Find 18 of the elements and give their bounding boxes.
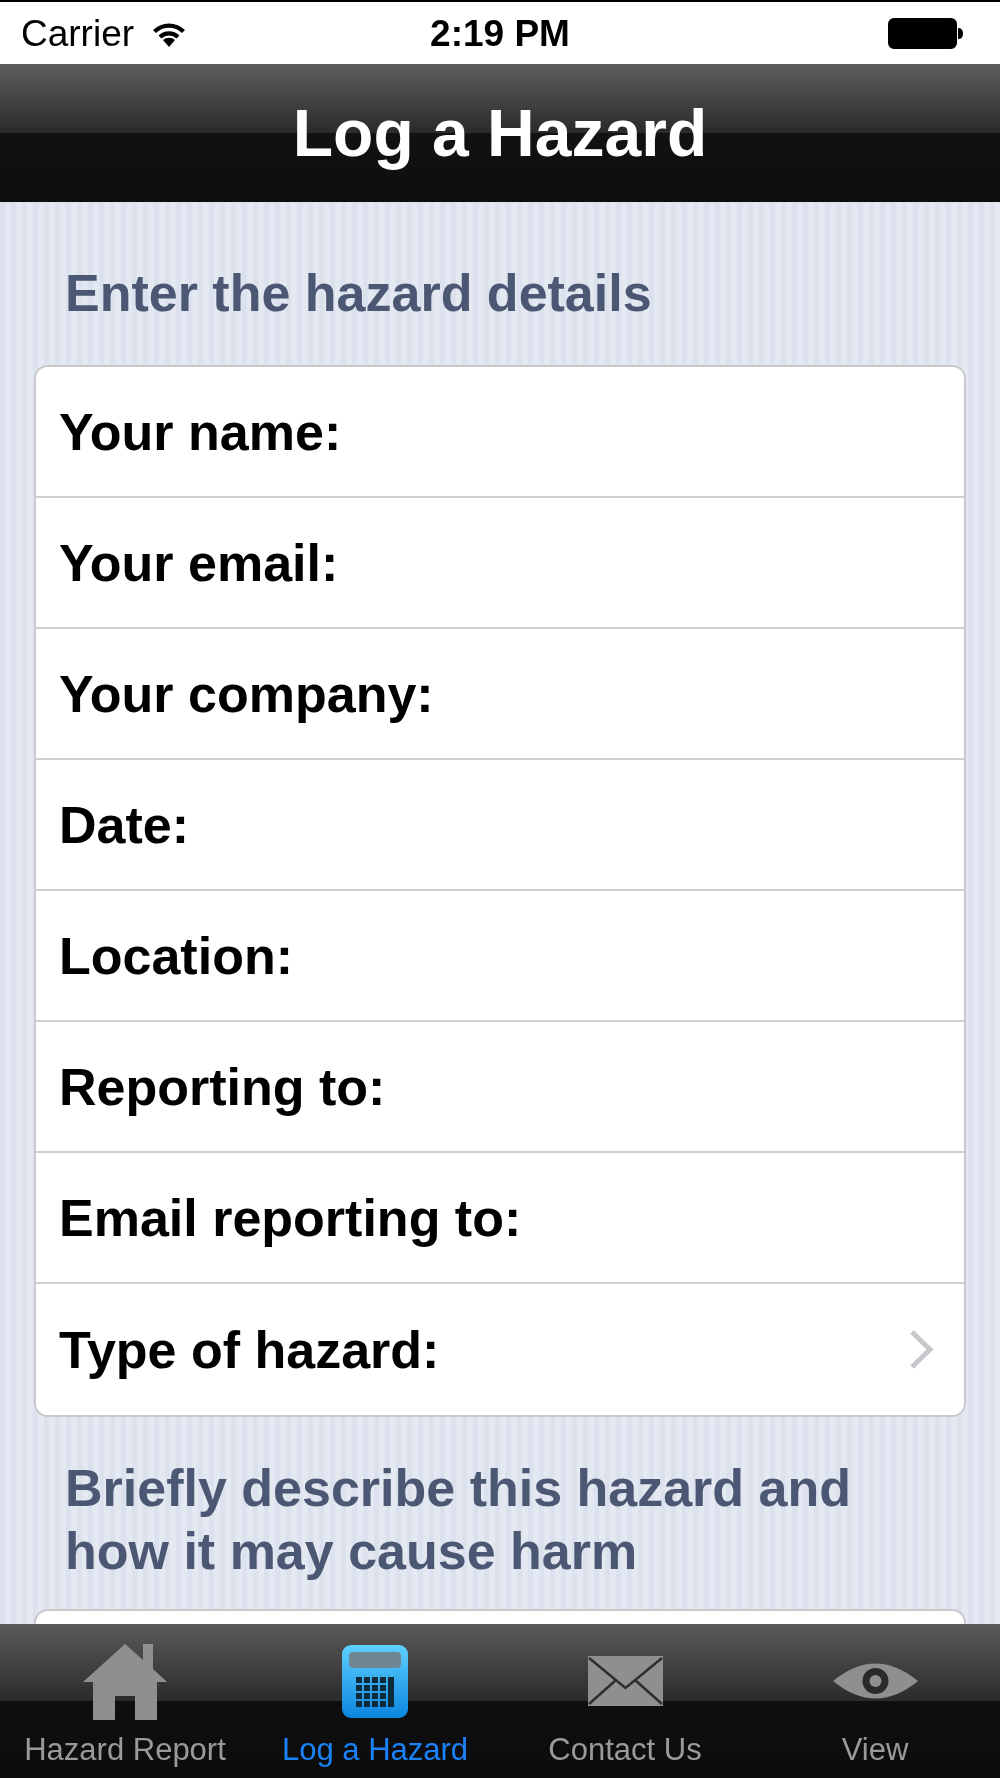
calculator-icon [342,1644,408,1718]
field-label: Your name: [59,405,342,458]
battery-icon [888,17,963,49]
tab-item[interactable]: Hazard Report [0,1624,250,1778]
section-header: Briefly describe this hazard and how it may cause harm [65,1458,853,1582]
tab-item[interactable]: Log a Hazard [250,1624,500,1778]
envelope-icon [587,1656,663,1706]
tab-item[interactable]: Contact Us [500,1624,750,1778]
field-label: Your email: [59,536,339,589]
form-row[interactable]: Your name: [36,367,964,498]
field-label: Date: [59,798,190,851]
chevron-icon [909,1329,933,1370]
status-time: 2:19 PM [430,14,570,52]
tab-item[interactable]: View [750,1624,1000,1778]
section-header: Enter the hazard details [65,265,653,321]
field-label: Location: [59,929,293,982]
carrier-text: Carrier [21,14,135,52]
house-icon [83,1642,167,1720]
